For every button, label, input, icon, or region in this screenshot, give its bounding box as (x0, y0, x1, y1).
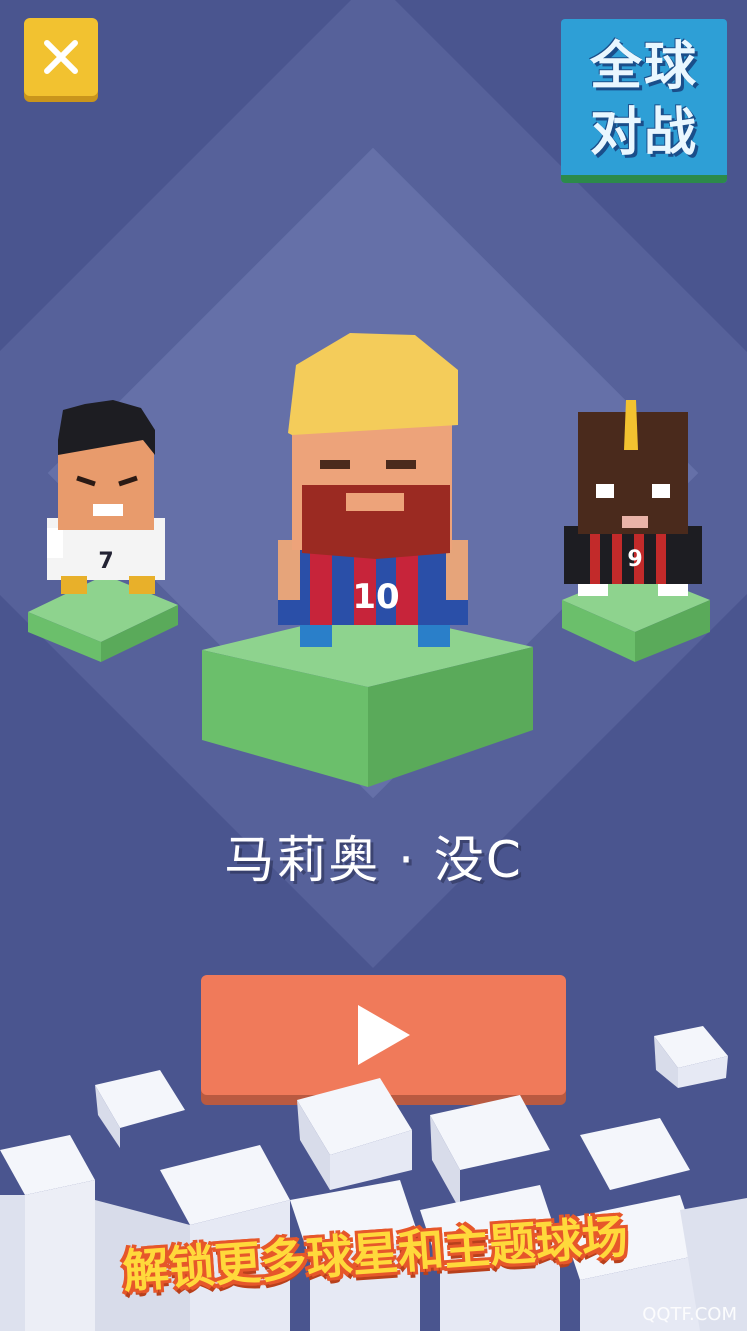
right-shoe (129, 576, 155, 594)
close-icon (44, 40, 78, 74)
head (58, 440, 154, 530)
logo-strip (561, 175, 727, 183)
stripe (656, 526, 666, 584)
left-shoe (61, 576, 87, 594)
watermark: QQTF.COM (642, 1304, 737, 1325)
jersey-number: 7 (98, 549, 113, 574)
teeth (93, 504, 123, 516)
hair (288, 333, 458, 435)
player-left[interactable]: 7 (25, 400, 185, 665)
right-eye (652, 484, 670, 498)
right-shoe (418, 625, 450, 647)
game-logo: 全球 对战 (561, 19, 727, 183)
arm (47, 528, 63, 558)
player-center[interactable]: 10 (200, 325, 540, 790)
mouth (622, 516, 648, 528)
right-eye (386, 460, 416, 469)
player-right[interactable]: 9 (560, 400, 715, 665)
left-eye (596, 484, 614, 498)
jersey-number: 9 (627, 547, 642, 572)
logo-line1: 全球 (589, 37, 698, 97)
close-button[interactable] (24, 18, 98, 96)
left-shoe (300, 625, 332, 647)
stripe (612, 526, 622, 584)
stripe (590, 526, 600, 584)
selected-player-name: 马莉奥 · 没C (224, 831, 523, 889)
left-eye (320, 460, 350, 469)
logo-line2: 对战 (589, 103, 698, 163)
jersey-number: 10 (352, 577, 399, 617)
mouth-area (346, 493, 404, 511)
hair-mohawk (624, 400, 638, 450)
